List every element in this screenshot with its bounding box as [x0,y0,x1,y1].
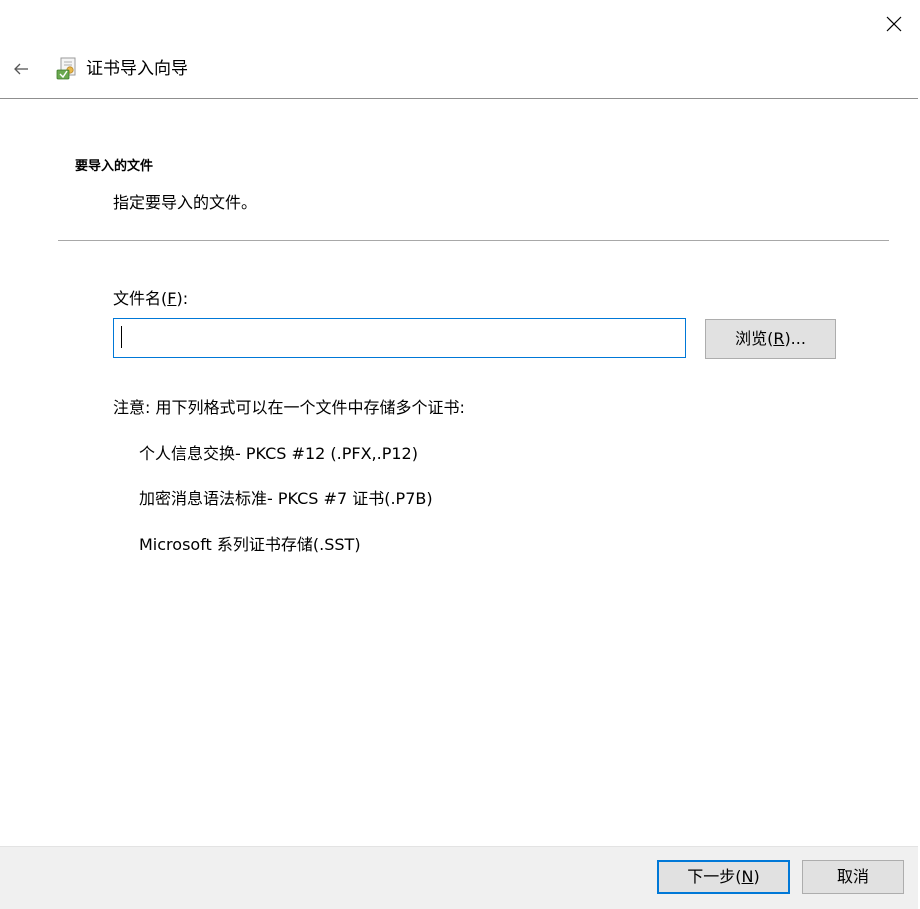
wizard-title: 证书导入向导 [86,59,188,79]
section-description: 指定要导入的文件。 [113,193,258,212]
certificate-icon [54,56,78,82]
section-heading: 要导入的文件 [75,159,154,174]
file-name-label-prefix: 文件名( [113,289,168,308]
file-name-input[interactable] [113,318,686,358]
browse-label-suffix: )... [784,329,806,348]
format-item-p7b: 加密消息语法标准- PKCS #7 证书(.P7B) [139,489,433,508]
close-button[interactable] [876,8,912,40]
next-label-prefix: 下一步( [687,867,742,886]
wizard-header: 证书导入向导 [0,52,918,99]
next-label-accelerator: N [741,867,754,886]
back-arrow-icon [14,63,28,75]
text-caret [121,326,122,348]
next-label-suffix: ) [753,867,760,886]
browse-label-prefix: 浏览( [735,329,774,348]
certificate-import-wizard: 证书导入向导 要导入的文件 指定要导入的文件。 文件名(F): 浏览(R)...… [0,0,920,909]
file-name-label: 文件名(F): [113,288,188,310]
divider [58,240,889,241]
browse-button[interactable]: 浏览(R)... [705,319,836,359]
next-button[interactable]: 下一步(N) [657,860,790,894]
back-button[interactable] [8,56,34,82]
browse-label-accelerator: R [773,329,785,348]
file-name-label-suffix: ): [176,289,189,308]
formats-note: 注意: 用下列格式可以在一个文件中存储多个证书: [113,398,465,417]
cancel-button[interactable]: 取消 [802,860,904,894]
close-icon [886,16,902,32]
format-item-sst: Microsoft 系列证书存储(.SST) [139,535,361,554]
format-item-pfx: 个人信息交换- PKCS #12 (.PFX,.P12) [139,444,418,463]
